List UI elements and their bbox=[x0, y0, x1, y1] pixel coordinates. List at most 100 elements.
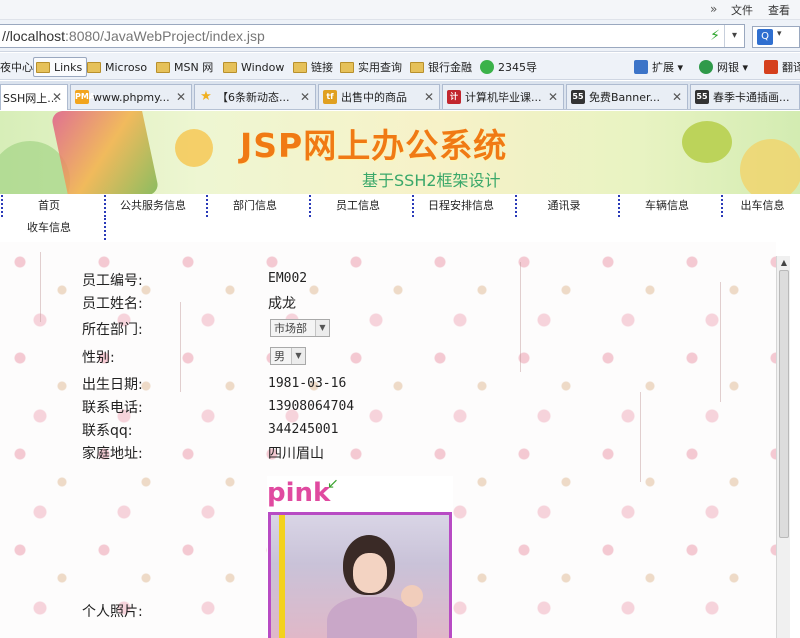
folder-icon bbox=[87, 61, 101, 73]
search-dropdown-icon[interactable]: ▾ bbox=[777, 29, 782, 39]
banner-decoration bbox=[175, 129, 213, 167]
chevron-down-icon: ▼ bbox=[291, 348, 305, 364]
field-value-phone: 13908064704 bbox=[268, 399, 355, 414]
address-bar[interactable]: //localhost:8080/JavaWebProject/index.js… bbox=[0, 24, 745, 48]
search-engine-icon[interactable]: Q bbox=[757, 29, 773, 45]
bird-illustration bbox=[682, 121, 732, 163]
department-select[interactable]: 市场部 ▼ bbox=[270, 319, 330, 337]
extension-netbank[interactable]: 网银 ▾ bbox=[699, 57, 748, 77]
field-label-employee-id: 员工编号: bbox=[82, 273, 143, 289]
extension-expand[interactable]: 扩展 ▾ bbox=[634, 57, 683, 77]
tab-active[interactable]: SSH网上... ✕ bbox=[0, 84, 68, 110]
nav-item-vehicles[interactable]: 车辆信息 bbox=[622, 195, 712, 217]
nav-separator bbox=[412, 195, 414, 217]
field-label-birth-date: 出生日期: bbox=[82, 377, 143, 393]
search-box[interactable]: Q ▾ bbox=[752, 26, 800, 48]
banner-decoration bbox=[740, 139, 800, 194]
favorite-item[interactable]: Window bbox=[223, 57, 284, 77]
site-55-icon: 55 bbox=[695, 90, 709, 104]
menu-overflow-chevron[interactable]: » bbox=[710, 2, 717, 16]
close-icon[interactable]: ✕ bbox=[424, 90, 434, 104]
nav-item-contacts[interactable]: 通讯录 bbox=[519, 195, 609, 217]
field-label-photo: 个人照片: bbox=[82, 604, 143, 620]
field-value-birth-date: 1981-03-16 bbox=[268, 376, 347, 391]
site-banner: JSP网上办公系统 基于SSH2框架设计 bbox=[0, 111, 800, 194]
field-label-phone: 联系电话: bbox=[82, 400, 143, 416]
nav-item-department[interactable]: 部门信息 bbox=[210, 195, 300, 217]
field-value-employee-id: EM002 bbox=[268, 271, 308, 286]
photo-caption: pink bbox=[267, 478, 331, 508]
close-icon[interactable]: ✕ bbox=[300, 90, 310, 104]
flower-pattern bbox=[520, 262, 521, 372]
nav-separator bbox=[309, 195, 311, 217]
nav-separator bbox=[206, 195, 208, 217]
scrollbar-thumb[interactable] bbox=[779, 270, 789, 538]
nav-separator bbox=[104, 218, 106, 240]
menu-file[interactable]: 文件 bbox=[731, 2, 753, 18]
nav-item-home[interactable]: 首页 bbox=[4, 195, 94, 217]
folder-icon bbox=[293, 61, 307, 73]
favorite-item[interactable]: Microso bbox=[87, 57, 147, 77]
taobao-icon: tf bbox=[323, 90, 337, 104]
field-label-gender: 性别: bbox=[82, 350, 115, 366]
close-icon[interactable]: ✕ bbox=[52, 90, 62, 104]
employee-photo: pink ↙ bbox=[267, 476, 453, 638]
field-value-address: 四川眉山 bbox=[268, 446, 324, 462]
favorite-item[interactable]: 实用查询 bbox=[340, 57, 402, 77]
go-icon[interactable]: ⚡ bbox=[710, 28, 720, 44]
tab[interactable]: 55 春季卡通插画... bbox=[690, 84, 800, 109]
favorite-item[interactable]: 夜中心 bbox=[0, 57, 33, 77]
field-label-department: 所在部门: bbox=[82, 322, 143, 338]
close-icon[interactable]: ✕ bbox=[672, 90, 682, 104]
flower-pattern bbox=[180, 302, 181, 392]
favorite-item[interactable]: 2345导 bbox=[480, 57, 537, 77]
nav-separator bbox=[104, 195, 106, 217]
favorite-item[interactable]: 链接 bbox=[293, 57, 333, 77]
site-2345-icon bbox=[480, 60, 494, 74]
shield-icon bbox=[699, 60, 713, 74]
tab[interactable]: 计计算机毕业课... ✕ bbox=[442, 84, 564, 109]
tab[interactable]: 55 免费Banner... ✕ bbox=[566, 84, 688, 109]
nav-separator bbox=[515, 195, 517, 217]
nav-item-employee[interactable]: 员工信息 bbox=[313, 195, 403, 217]
address-dropdown-icon[interactable]: ▾ bbox=[724, 25, 744, 47]
folder-icon bbox=[223, 61, 237, 73]
field-label-employee-name: 员工姓名: bbox=[82, 296, 143, 312]
portrait-hand bbox=[401, 585, 423, 607]
address-url[interactable]: //localhost:8080/JavaWebProject/index.js… bbox=[0, 28, 265, 44]
close-icon[interactable]: ✕ bbox=[176, 90, 186, 104]
favorite-item[interactable]: Links bbox=[33, 57, 88, 77]
folder-icon bbox=[36, 61, 50, 73]
banner-title: JSP网上办公系统 bbox=[240, 126, 508, 165]
field-value-employee-name: 成龙 bbox=[268, 296, 296, 312]
nav-separator bbox=[1, 195, 3, 217]
phpmyadmin-icon: PMA bbox=[75, 90, 95, 104]
tab[interactable]: tf 出售中的商品 ✕ bbox=[318, 84, 440, 109]
field-label-address: 家庭地址: bbox=[82, 446, 143, 462]
page-content: JSP网上办公系统 基于SSH2框架设计 首页 公共服务信息 部门信息 员工信息… bbox=[0, 111, 800, 638]
gender-select[interactable]: 男 ▼ bbox=[270, 347, 306, 365]
vertical-scrollbar[interactable]: ▲ bbox=[776, 256, 790, 638]
site-55-icon: 55 bbox=[571, 90, 585, 104]
translate-icon bbox=[764, 60, 778, 74]
favorite-item[interactable]: 银行金融 bbox=[410, 57, 472, 77]
favorite-item[interactable]: MSN 网 bbox=[156, 57, 213, 77]
tab[interactable]: ★ 【6条新动态... ✕ bbox=[194, 84, 316, 109]
nav-item-schedule[interactable]: 日程安排信息 bbox=[416, 195, 506, 217]
close-icon[interactable]: ✕ bbox=[548, 90, 558, 104]
nav-item-public-service[interactable]: 公共服务信息 bbox=[108, 195, 198, 217]
nav-separator bbox=[721, 195, 723, 217]
extension-translate[interactable]: 翻译 bbox=[764, 57, 800, 77]
photo-frame bbox=[268, 512, 452, 638]
banner-subtitle: 基于SSH2框架设计 bbox=[362, 171, 501, 190]
scroll-up-icon[interactable]: ▲ bbox=[778, 257, 790, 269]
flower-pattern bbox=[640, 392, 641, 482]
chevron-down-icon: ▼ bbox=[315, 320, 329, 336]
tab[interactable]: PMA www.phpmy... ✕ bbox=[70, 84, 192, 109]
nav-item-dispatch[interactable]: 出车信息 bbox=[725, 195, 800, 217]
nav-item-return[interactable]: 收车信息 bbox=[4, 217, 94, 239]
menu-view[interactable]: 查看 bbox=[768, 2, 790, 18]
site-icon: 计 bbox=[447, 90, 461, 104]
banner-decoration bbox=[50, 111, 160, 194]
tab-bar: SSH网上... ✕ PMA www.phpmy... ✕ ★ 【6条新动态... ✕ t… bbox=[0, 81, 800, 110]
